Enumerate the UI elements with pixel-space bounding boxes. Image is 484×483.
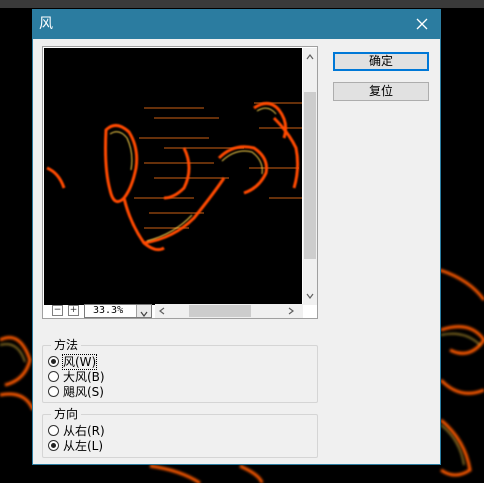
radio-label-from-right: 从右(R) — [63, 424, 105, 438]
close-button[interactable] — [404, 10, 440, 39]
scroll-down-icon[interactable] — [306, 292, 314, 300]
ok-button[interactable]: 确定 — [333, 52, 429, 71]
radio-button[interactable] — [48, 386, 59, 397]
scroll-right-icon[interactable] — [287, 307, 295, 315]
radio-button[interactable] — [48, 425, 59, 436]
zoom-dropdown-button[interactable] — [136, 305, 151, 317]
radio-label-from-left: 从左(L) — [63, 439, 104, 453]
zoom-in-button[interactable]: + — [68, 305, 79, 316]
dialog-title: 风 — [39, 16, 53, 32]
reset-button[interactable]: 复位 — [333, 82, 429, 101]
radio-label-wind: 风(W) — [61, 354, 98, 370]
preview-vertical-scrollbar[interactable] — [303, 48, 317, 305]
preview-panel — [42, 46, 318, 319]
radio-button-selected[interactable] — [48, 356, 59, 367]
zoom-level-value: 33.3% — [93, 305, 124, 316]
title-bar: 风 — [33, 10, 440, 39]
radio-label-strong-wind: 大风(B) — [63, 370, 105, 384]
zoom-controls: − + 33.3% — [42, 304, 318, 318]
radio-label-hurricane: 飓风(S) — [63, 385, 104, 399]
close-icon — [416, 18, 428, 30]
chevron-down-icon — [140, 311, 148, 317]
method-group: 方法 风(W) 大风(B) 飓风(S) — [42, 337, 318, 403]
radio-button[interactable] — [48, 371, 59, 382]
wind-filter-dialog: 风 − + 33.3% 确定 复位 方法 风(W) 大风(B) 飓风(S) 方向… — [32, 9, 441, 465]
method-group-label: 方法 — [51, 337, 82, 353]
scroll-up-icon[interactable] — [306, 53, 314, 61]
zoom-out-button[interactable]: − — [52, 305, 63, 316]
zoom-level-field[interactable]: 33.3% — [84, 304, 152, 318]
preview-horizontal-scrollbar[interactable] — [155, 304, 303, 318]
direction-group-label: 方向 — [51, 406, 82, 422]
horizontal-scroll-thumb[interactable] — [189, 305, 251, 317]
scroll-left-icon[interactable] — [158, 307, 166, 315]
vertical-scroll-thumb[interactable] — [304, 92, 316, 259]
radio-button-selected[interactable] — [48, 440, 59, 451]
direction-group: 方向 从右(R) 从左(L) — [42, 406, 318, 458]
filter-preview-image[interactable] — [44, 48, 302, 305]
